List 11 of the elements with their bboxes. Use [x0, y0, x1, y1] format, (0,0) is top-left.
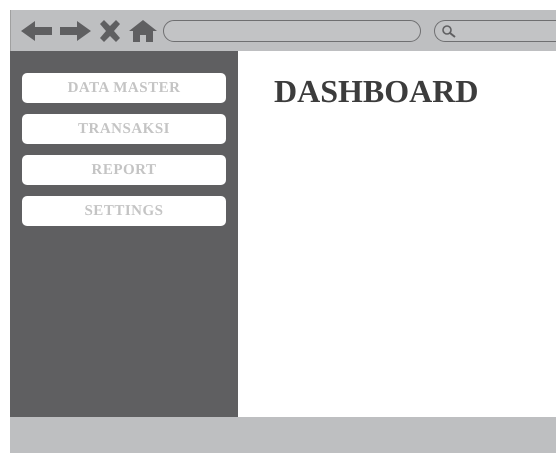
- forward-arrow-icon[interactable]: [59, 20, 91, 42]
- address-field[interactable]: [163, 20, 421, 42]
- menu-button[interactable]: SETTINGS: [22, 196, 226, 226]
- menu-button[interactable]: DATA MASTER: [22, 73, 226, 103]
- close-icon[interactable]: [97, 20, 123, 42]
- menu-button[interactable]: REPORT: [22, 155, 226, 185]
- home-icon[interactable]: [129, 20, 157, 42]
- menu-button[interactable]: TRANSAKSI: [22, 114, 226, 144]
- page-title: DASHBOARD: [274, 73, 478, 109]
- back-arrow-icon[interactable]: [21, 20, 53, 42]
- search-field[interactable]: [434, 20, 556, 42]
